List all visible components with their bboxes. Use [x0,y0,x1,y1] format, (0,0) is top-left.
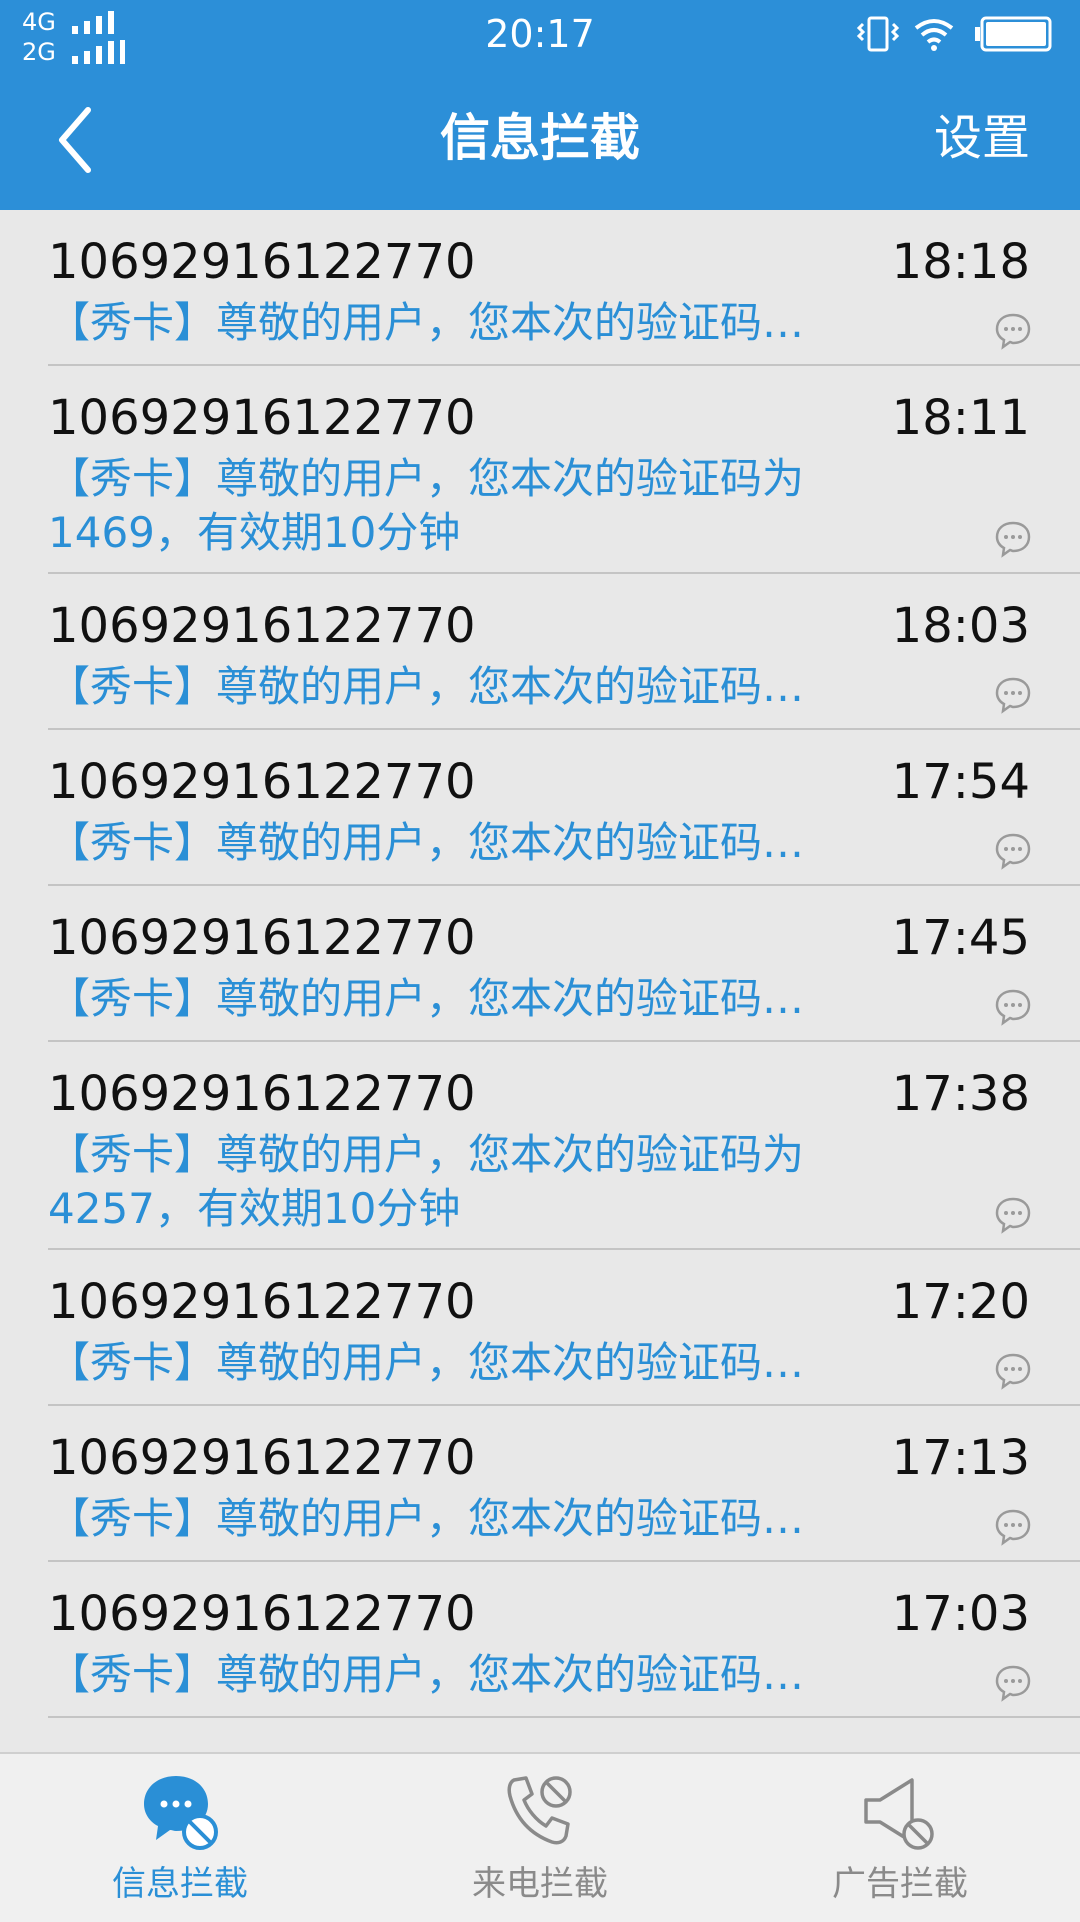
message-preview: 【秀卡】尊敬的用户，您本次的验证码… [48,662,805,711]
message-list: 10692916122770 18:18 【秀卡】尊敬的用户，您本次的验证码… … [0,210,1080,1752]
message-preview: 【秀卡】尊敬的用户，您本次的验证码… [48,1338,805,1387]
message-time: 17:45 [891,910,1030,966]
message-time: 17:20 [891,1274,1030,1330]
chat-bubble-icon [995,1665,1031,1702]
message-item[interactable]: 10692916122770 17:45 【秀卡】尊敬的用户，您本次的验证码… [48,886,1080,1042]
message-item[interactable]: 10692916122770 18:18 【秀卡】尊敬的用户，您本次的验证码… [48,210,1080,366]
message-item[interactable]: 10692916122770 18:03 【秀卡】尊敬的用户，您本次的验证码… [48,574,1080,730]
chat-bubble-icon [995,989,1031,1026]
wifi-icon [914,19,954,51]
message-sender: 10692916122770 [48,1066,476,1122]
message-preview: 【秀卡】尊敬的用户，您本次的验证码… [48,1650,805,1699]
vibrate-icon [856,16,900,52]
tab-ad-block[interactable]: 广告拦截 [720,1754,1080,1922]
message-sender: 10692916122770 [48,598,476,654]
message-item[interactable]: 10692916122770 17:38 【秀卡】尊敬的用户，您本次的验证码为4… [48,1042,1080,1250]
message-time: 18:11 [891,390,1030,446]
message-preview: 【秀卡】尊敬的用户，您本次的验证码… [48,974,805,1023]
message-preview: 【秀卡】尊敬的用户，您本次的验证码… [48,298,805,347]
message-preview: 【秀卡】尊敬的用户，您本次的验证码… [48,1494,805,1543]
tab-label: 广告拦截 [832,1864,968,1904]
settings-button[interactable]: 设置 [910,100,1030,176]
message-sender: 10692916122770 [48,234,476,290]
chat-bubble-icon [995,833,1031,870]
tab-call-block[interactable]: 来电拦截 [360,1754,720,1922]
chat-bubble-icon [995,1353,1031,1390]
tab-message-block[interactable]: 信息拦截 [0,1754,360,1922]
chat-bubble-icon [995,1509,1031,1546]
message-sender: 10692916122770 [48,390,476,446]
chat-bubble-icon [995,521,1031,558]
message-time: 17:13 [891,1430,1030,1486]
phone-block-icon [507,1776,572,1845]
message-block-icon [144,1776,218,1850]
message-preview: 【秀卡】尊敬的用户，您本次的验证码… [48,818,805,867]
message-sender: 10692916122770 [48,1274,476,1330]
message-sender: 10692916122770 [48,1586,476,1642]
message-preview: 【秀卡】尊敬的用户，您本次的验证码为4257，有效期10分钟 [48,1130,805,1233]
message-item[interactable]: 10692916122770 17:13 【秀卡】尊敬的用户，您本次的验证码… [48,1406,1080,1562]
message-item[interactable]: 10692916122770 18:11 【秀卡】尊敬的用户，您本次的验证码为1… [48,366,1080,574]
tab-label: 信息拦截 [112,1864,248,1904]
message-item[interactable]: 10692916122770 17:54 【秀卡】尊敬的用户，您本次的验证码… [48,730,1080,886]
bottom-nav: 信息拦截 来电拦截 广告拦截 [0,1752,1080,1922]
tab-label: 来电拦截 [472,1864,608,1904]
message-sender: 10692916122770 [48,910,476,966]
message-time: 17:54 [891,754,1030,810]
message-time: 18:03 [891,598,1030,654]
message-preview: 【秀卡】尊敬的用户，您本次的验证码为1469，有效期10分钟 [48,454,805,557]
battery-icon [975,16,1052,52]
message-time: 17:03 [891,1586,1030,1642]
app-header: 4G 2G 20:17 信息拦截 设置 [0,0,1080,210]
status-bar: 4G 2G 20:17 [0,0,1080,70]
message-item[interactable]: 10692916122770 17:20 【秀卡】尊敬的用户，您本次的验证码… [48,1250,1080,1406]
chat-bubble-icon [995,677,1031,714]
message-time: 17:38 [891,1066,1030,1122]
message-time: 18:18 [891,234,1030,290]
speaker-block-icon [864,1778,934,1850]
chat-bubble-icon [995,1197,1031,1234]
status-icons [856,12,1056,58]
message-sender: 10692916122770 [48,1430,476,1486]
message-sender: 10692916122770 [48,754,476,810]
chat-bubble-icon [995,313,1031,350]
message-item[interactable]: 10692916122770 17:03 【秀卡】尊敬的用户，您本次的验证码… [48,1562,1080,1718]
